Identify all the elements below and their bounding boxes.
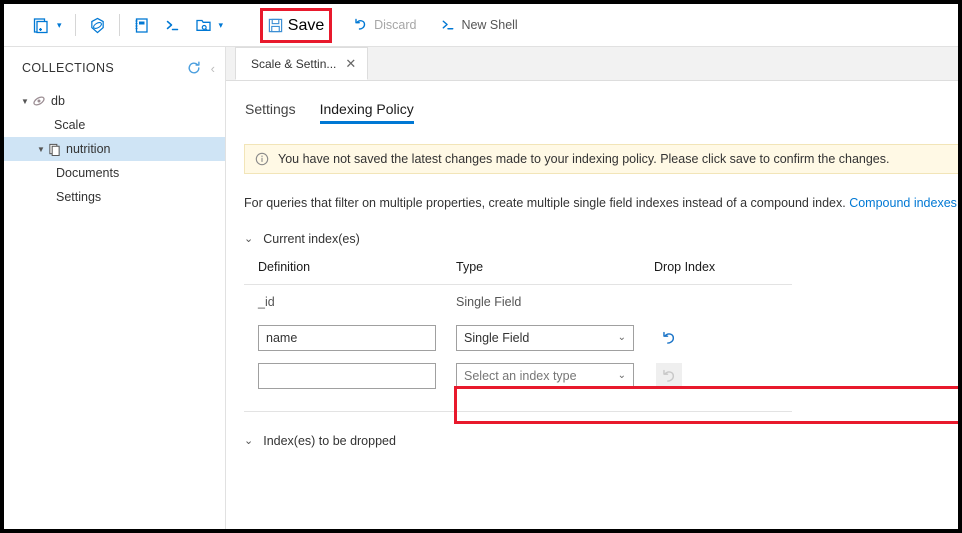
column-header-definition: Definition	[258, 260, 311, 274]
new-terminal-button[interactable]	[157, 9, 188, 41]
document-tabstrip: Scale & Settin... ✕	[226, 47, 958, 81]
cosmos-hexagon-icon	[89, 17, 106, 34]
tree-item-scale[interactable]: Scale	[4, 113, 225, 137]
tree-item-label: db	[51, 94, 65, 108]
new-notebook-button[interactable]	[126, 9, 157, 41]
toolbar-separator	[118, 14, 120, 36]
terminal-icon	[164, 17, 181, 34]
discard-label: Discard	[374, 18, 417, 32]
content-pane: Scale & Settin... ✕ Settings Indexing Po…	[226, 47, 958, 529]
command-toolbar: ▾ ▾ Save Discard New Shell	[4, 4, 958, 47]
tab-settings[interactable]: Settings	[245, 101, 296, 124]
table-row: _id Single Field	[244, 285, 792, 319]
tree-item-label: Documents	[56, 166, 120, 180]
chevron-down-icon: ▾	[57, 19, 62, 30]
compound-indexes-link[interactable]: Compound indexes	[849, 196, 957, 210]
index-type-select-wrapper: Single Field ⌄	[456, 325, 634, 351]
save-label: Save	[287, 16, 325, 34]
chevron-left-icon[interactable]: ‹	[211, 61, 215, 76]
collections-sidebar: COLLECTIONS ‹ ▼ db Scale ▼ nutrition Doc…	[4, 47, 226, 529]
table-row-editable-empty: Select an index type ⌄	[244, 357, 792, 395]
main-body: COLLECTIONS ‹ ▼ db Scale ▼ nutrition Doc…	[4, 47, 958, 529]
document-tab-scale-settings[interactable]: Scale & Settin... ✕	[235, 47, 369, 80]
tree-item-label: nutrition	[66, 142, 111, 156]
undo-icon	[353, 17, 369, 33]
table-header-row: Definition Type Drop Index	[244, 260, 792, 285]
indexing-description: For queries that filter on multiple prop…	[244, 196, 958, 210]
current-indexes-caption: Current index(es)	[263, 232, 360, 246]
cosmos-db-button[interactable]	[82, 9, 113, 41]
current-indexes-section-header[interactable]: ⌄ Current index(es)	[244, 232, 958, 246]
index-type-select-wrapper: Select an index type ⌄	[456, 363, 634, 389]
collections-tree: ▼ db Scale ▼ nutrition Documents Setting…	[4, 83, 225, 209]
index-definition-input[interactable]	[258, 325, 436, 351]
notebook-icon	[133, 17, 150, 34]
index-definition-input[interactable]	[258, 363, 436, 389]
refresh-icon[interactable]	[187, 61, 201, 75]
sidebar-title: COLLECTIONS	[22, 61, 115, 75]
tree-item-documents[interactable]: Documents	[4, 161, 225, 185]
undo-index-button[interactable]	[656, 325, 682, 351]
index-definition: _id	[258, 295, 275, 309]
index-type-select[interactable]: Select an index type	[456, 363, 634, 389]
dropped-indexes-caption: Index(es) to be dropped	[263, 434, 396, 448]
indexing-policy-pane: Settings Indexing Policy You have not sa…	[226, 81, 958, 448]
tree-item-label: Scale	[54, 118, 86, 132]
info-circle-icon	[255, 152, 269, 166]
save-button[interactable]: Save	[260, 8, 332, 43]
tab-settings-label: Settings	[245, 101, 296, 117]
settings-subtabs: Settings Indexing Policy	[245, 81, 958, 124]
tab-indexing-policy[interactable]: Indexing Policy	[319, 101, 414, 124]
close-icon[interactable]: ✕	[345, 57, 356, 70]
new-collection-button[interactable]: ▾	[26, 9, 69, 41]
save-disk-icon	[268, 18, 283, 33]
document-tab-label: Scale & Settin...	[251, 56, 337, 71]
index-type-select-value: Single Field	[464, 331, 530, 345]
index-type-select[interactable]: Single Field	[456, 325, 634, 351]
indexing-description-text: For queries that filter on multiple prop…	[244, 196, 850, 210]
tree-item-db[interactable]: ▼ db	[4, 89, 225, 113]
column-header-type: Type	[456, 260, 484, 274]
chevron-down-icon: ▾	[218, 19, 224, 30]
open-folder-icon	[195, 17, 212, 34]
tree-item-label: Settings	[56, 190, 102, 204]
undo-index-button	[656, 363, 682, 389]
new-shell-label: New Shell	[461, 18, 518, 32]
new-document-icon	[33, 17, 50, 34]
tree-item-nutrition[interactable]: ▼ nutrition	[4, 137, 225, 161]
unsaved-changes-banner: You have not saved the latest changes ma…	[244, 144, 958, 174]
sidebar-header: COLLECTIONS ‹	[4, 47, 225, 83]
banner-text: You have not saved the latest changes ma…	[278, 152, 890, 166]
app-window: ▾ ▾ Save Discard New Shell COLLECTIONS ‹…	[4, 4, 958, 529]
open-folder-button[interactable]: ▾	[188, 9, 231, 41]
terminal-icon	[440, 17, 456, 33]
toolbar-separator	[74, 14, 76, 36]
chevron-down-icon[interactable]: ⌄	[244, 233, 253, 245]
dropped-indexes-section-header[interactable]: ⌄ Index(es) to be dropped	[244, 434, 958, 448]
column-header-drop-index: Drop Index	[654, 260, 716, 274]
section-divider	[244, 411, 792, 412]
index-type: Single Field	[456, 295, 522, 309]
tree-item-settings[interactable]: Settings	[4, 185, 225, 209]
chevron-down-icon[interactable]: ⌄	[244, 435, 253, 447]
database-icon	[32, 94, 46, 108]
new-shell-button[interactable]: New Shell	[433, 9, 524, 41]
table-row-editable-name: Single Field ⌄	[244, 319, 792, 357]
current-indexes-table: Definition Type Drop Index _id Single Fi…	[244, 260, 792, 412]
twisty-expanded-icon[interactable]: ▼	[34, 145, 48, 154]
discard-button[interactable]: Discard	[346, 9, 423, 41]
twisty-expanded-icon[interactable]: ▼	[18, 97, 32, 106]
collection-icon	[48, 143, 61, 156]
index-type-select-value: Select an index type	[464, 369, 577, 383]
tab-indexing-policy-label: Indexing Policy	[319, 101, 414, 117]
